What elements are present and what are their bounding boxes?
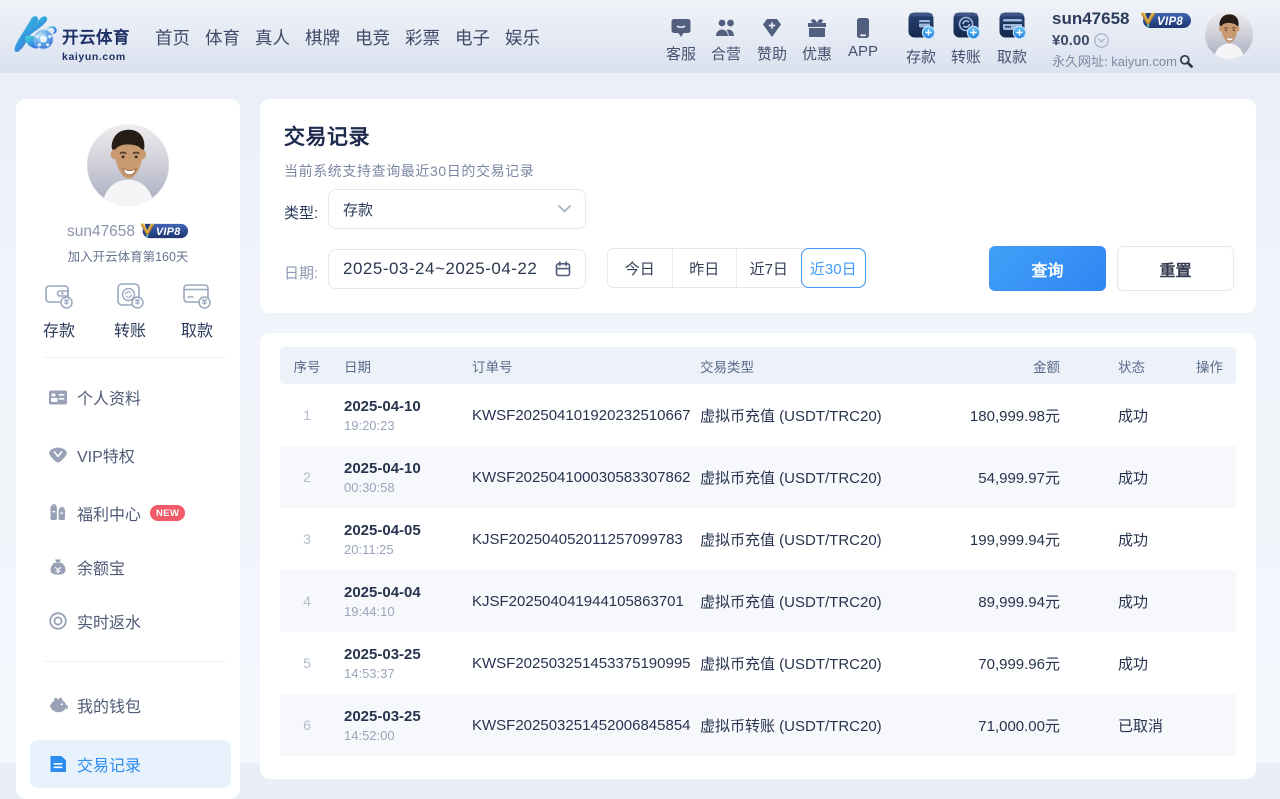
svg-text:VIP8: VIP8 bbox=[1157, 16, 1183, 28]
svg-text:VIP8: VIP8 bbox=[156, 226, 181, 238]
